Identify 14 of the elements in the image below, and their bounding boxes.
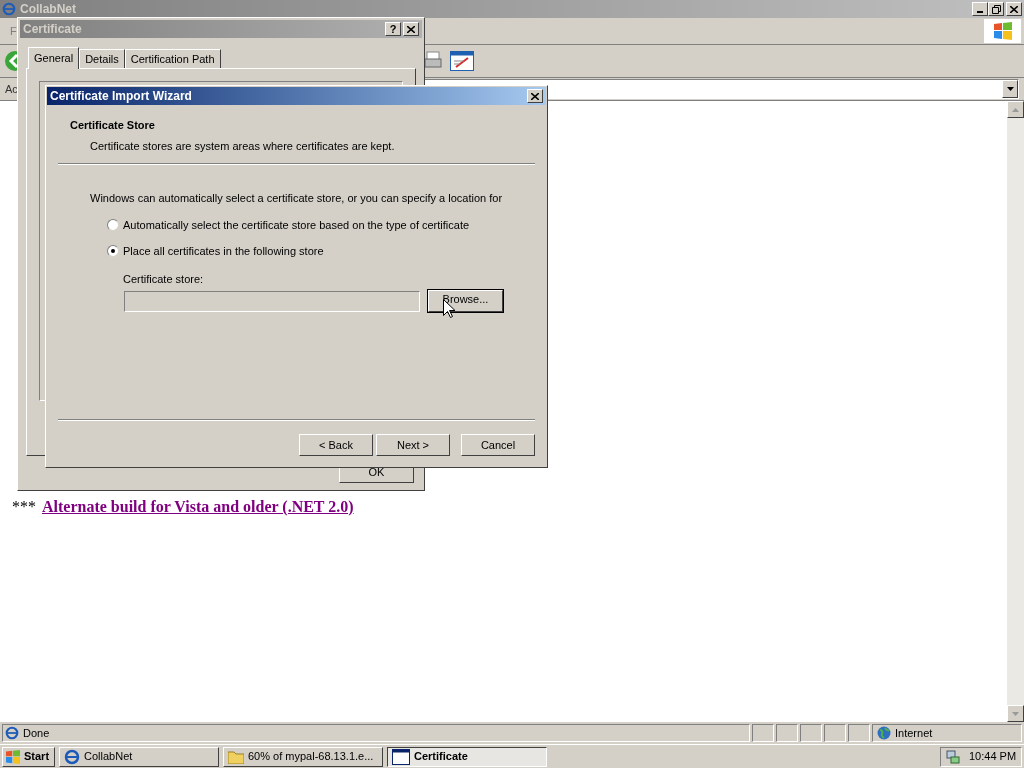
address-label: Ac (5, 81, 18, 97)
intro-text: Windows can automatically select a certificate store, or you can specify a location for (90, 191, 504, 206)
zone-text: Internet (895, 725, 933, 741)
clock: 10:44 PM (969, 749, 1017, 765)
status-text: Done (23, 725, 50, 741)
wizard-heading: Certificate Store (70, 118, 156, 133)
radio-label: Place all certificates in the following store (123, 244, 324, 259)
window-title: CollabNet (20, 1, 76, 18)
wizard-subheading: Certificate stores are system areas where certificates are kept. (90, 138, 396, 154)
dialog-title: Certificate (23, 21, 82, 38)
wizard-title: Certificate Import Wizard (50, 88, 192, 105)
page-text: *** (12, 497, 36, 517)
radio-label: Automatically select the certificate store based on the type of certificate (123, 217, 470, 233)
store-label: Certificate store: (123, 271, 205, 287)
